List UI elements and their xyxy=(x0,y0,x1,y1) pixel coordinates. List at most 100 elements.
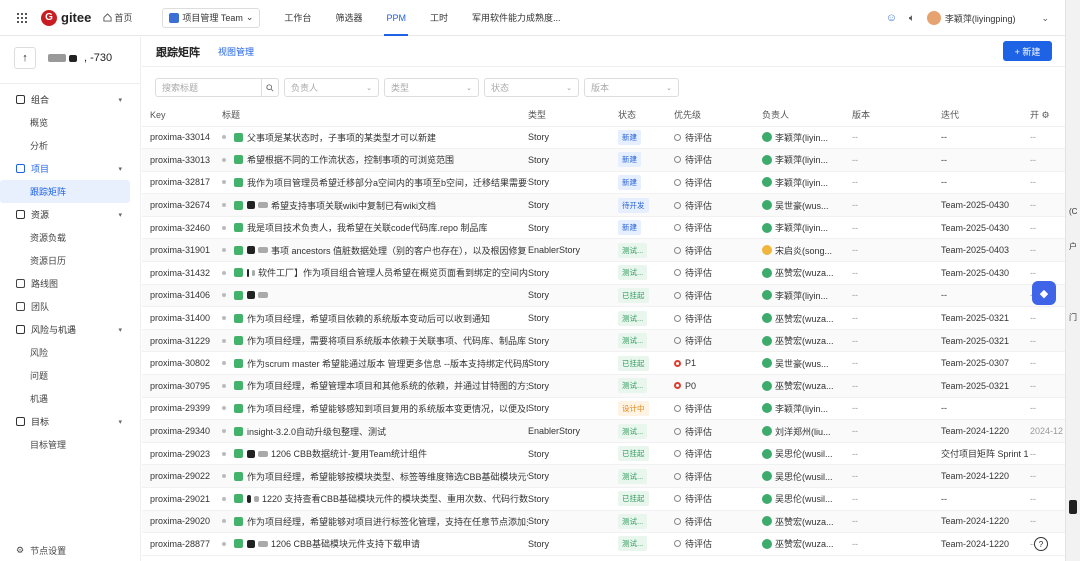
cell-status[interactable]: 新建 xyxy=(618,148,674,172)
cell-title[interactable]: 1206 CBB数据统计-复用Team统计组件 xyxy=(222,442,528,466)
cell-owner[interactable]: 李颖萍(liyin... xyxy=(762,126,852,150)
cell-title[interactable]: 1220 支持查看CBB基础模块元件的模块类型、重用次数、代码行数 xyxy=(222,487,528,511)
cell-key[interactable]: proxima-33014 xyxy=(142,126,222,150)
table-row[interactable]: proxima-29340 insight-3.2.0自动升级包整理、测试 Enab… xyxy=(142,419,1065,443)
sidebar-item-11[interactable]: 风险 xyxy=(0,341,140,364)
table-row[interactable]: proxima-32817 我作为项目管理员希望迁移部分a空间内的事项至b空间，迁… xyxy=(142,171,1065,195)
col-key[interactable]: Key xyxy=(142,104,222,127)
cell-owner[interactable]: 吴世豪(wus... xyxy=(762,351,852,376)
table-row[interactable]: proxima-32674 希望支持事项关联wiki中复制已有wiki文档 Stor… xyxy=(142,193,1065,217)
table-row[interactable]: proxima-29022 作为项目经理，希望能够按模块类型、标签等维度筛选CBB… xyxy=(142,464,1065,488)
table-row[interactable]: proxima-30795 作为项目经理，希望管理本项目和其他系统的依赖，并通过甘… xyxy=(142,374,1065,398)
cell-title[interactable]: 作为项目经理，希望能够感知到项目复用的系统版本变更情况，以便及时 xyxy=(222,397,528,421)
cell-owner[interactable]: 宋启炎(song... xyxy=(762,238,852,263)
cell-owner[interactable]: 李颖萍(liyin... xyxy=(762,216,852,240)
cell-title[interactable]: 我是项目技术负责人，我希望在关联code代码库.repo 制品库 xyxy=(222,216,528,240)
cell-priority[interactable]: 待评估 xyxy=(674,419,762,443)
sidebar-item-4[interactable]: 跟踪矩阵 xyxy=(0,180,130,203)
cell-key[interactable]: proxima-29399 xyxy=(142,397,222,421)
col-status[interactable]: 状态 xyxy=(618,104,674,127)
table-row[interactable]: proxima-31229 作为项目经理，需要将项目系统版本依赖于关联事项、代码库… xyxy=(142,329,1065,353)
home-link[interactable]: 首页 xyxy=(103,11,132,24)
cell-status[interactable]: 测试... xyxy=(618,419,674,443)
cell-priority[interactable]: P1 xyxy=(674,351,762,376)
table-row[interactable]: proxima-29023 1206 CBB数据统计-复用Team统计组件 Stor… xyxy=(142,442,1065,466)
table-row[interactable]: proxima-31400 作为项目经理，希望项目依赖的系统版本变动后可以收到通知… xyxy=(142,306,1065,330)
col-owner[interactable]: 负责人 xyxy=(762,104,852,127)
cell-owner[interactable]: 李颖萍(liyin... xyxy=(762,397,852,421)
cell-key[interactable]: proxima-31400 xyxy=(142,306,222,330)
table-row[interactable]: proxima-30802 作为scrum master 希望能通过版本 管理更多… xyxy=(142,351,1065,376)
cell-status[interactable]: 已挂起 xyxy=(618,487,674,511)
table-row[interactable]: proxima-33014 父事项是某状态时，子事项的某类型才可以新建 Story 新… xyxy=(142,126,1065,150)
cell-owner[interactable]: 巫赞宏(wuza... xyxy=(762,510,852,534)
cell-owner[interactable]: 吴思伦(wusil... xyxy=(762,487,852,511)
cell-priority[interactable]: 待评估 xyxy=(674,464,762,488)
search-input[interactable]: 搜索标题 xyxy=(155,78,279,97)
cell-owner[interactable]: 吴世豪(wus... xyxy=(762,193,852,217)
table-row[interactable]: proxima-31406 Story 已挂起 待评估 李颖萍(liyin... -- --… xyxy=(142,284,1065,308)
cell-status[interactable]: 已挂起 xyxy=(618,351,674,376)
cell-key[interactable]: proxima-33013 xyxy=(142,148,222,172)
cell-priority[interactable]: 待评估 xyxy=(674,238,762,263)
sidebar-item-8[interactable]: 路线图 xyxy=(0,272,140,295)
cell-title[interactable]: 希望支持事项关联wiki中复制已有wiki文档 xyxy=(222,193,528,217)
cell-status[interactable]: 新建 xyxy=(618,126,674,150)
sidebar-item-7[interactable]: 资源日历 xyxy=(0,249,140,272)
cell-priority[interactable]: 待评估 xyxy=(674,510,762,534)
cell-status[interactable]: 新建 xyxy=(618,216,674,240)
cell-key[interactable]: proxima-31406 xyxy=(142,284,222,308)
sidebar-item-1[interactable]: 概览 xyxy=(0,111,140,134)
cell-priority[interactable]: 待评估 xyxy=(674,216,762,240)
cell-key[interactable]: proxima-31432 xyxy=(142,261,222,285)
cell-status[interactable]: 测试... xyxy=(618,510,674,534)
cell-key[interactable]: proxima-31229 xyxy=(142,329,222,353)
nav-tab-cmm[interactable]: 军用软件能力成熟度... xyxy=(460,0,573,36)
cell-title[interactable]: 作为scrum master 希望能通过版本 管理更多信息 --版本支持绑定代码… xyxy=(222,351,528,376)
cell-priority[interactable]: 待评估 xyxy=(674,397,762,421)
table-row[interactable]: proxima-32460 我是项目技术负责人，我希望在关联code代码库.rep… xyxy=(142,216,1065,240)
new-button[interactable]: + 新建 xyxy=(1003,41,1052,61)
sidebar-item-3[interactable]: 项目 ▾ xyxy=(0,157,140,180)
cell-priority[interactable]: 待评估 xyxy=(674,442,762,466)
cell-title[interactable]: 作为项目经理，希望能够按模块类型、标签等维度筛选CBB基础模块元件， xyxy=(222,464,528,488)
col-priority[interactable]: 优先级 xyxy=(674,104,762,127)
cell-status[interactable]: 测试... xyxy=(618,261,674,285)
col-iteration[interactable]: 迭代 xyxy=(941,104,1030,127)
cell-key[interactable]: proxima-29023 xyxy=(142,442,222,466)
cell-title[interactable]: 作为项目经理，希望能够对项目进行标签化管理，支持在任意节点添加多个 xyxy=(222,510,528,534)
cell-priority[interactable]: 待评估 xyxy=(674,126,762,150)
search-icon[interactable] xyxy=(261,79,278,96)
user-menu[interactable]: 李颖萍(liyingping) xyxy=(926,11,1015,25)
col-version[interactable]: 版本 xyxy=(852,104,941,127)
table-row[interactable]: proxima-28877 1206 CBB基础模块元件支持下载申请 Story 测试… xyxy=(142,532,1065,556)
cell-key[interactable]: proxima-29022 xyxy=(142,464,222,488)
speaker-icon[interactable]: 🔈︎ xyxy=(909,13,915,24)
type-filter[interactable]: 类型 ⌄ xyxy=(384,78,479,97)
cell-status[interactable]: 测试... xyxy=(618,306,674,330)
table-row[interactable]: proxima-29021 1220 支持查看CBB基础模块元件的模块类型、重用次… xyxy=(142,487,1065,511)
cell-key[interactable]: proxima-29020 xyxy=(142,510,222,534)
nav-tab-filter[interactable]: 筛选器 xyxy=(323,0,374,36)
cell-owner[interactable]: 巫赞宏(wuza... xyxy=(762,306,852,330)
table-row[interactable]: proxima-29020 作为项目经理，希望能够对项目进行标签化管理，支持在任意… xyxy=(142,510,1065,534)
table-row[interactable]: proxima-31432 软件工厂】作为项目组合管理人员希望在概览页面看到绑定的… xyxy=(142,261,1065,285)
cell-priority[interactable]: 待评估 xyxy=(674,148,762,172)
cell-owner[interactable]: 巫赞宏(wuza... xyxy=(762,329,852,353)
cell-status[interactable]: 测试... xyxy=(618,374,674,398)
cell-title[interactable]: insight-3.2.0自动升级包整理、测试 xyxy=(222,419,528,443)
cell-status[interactable]: 设计中 xyxy=(618,397,674,421)
sidebar-item-5[interactable]: 资源 ▾ xyxy=(0,203,140,226)
cell-status[interactable]: 测试... xyxy=(618,329,674,353)
cell-owner[interactable]: 刘洋郑州(liu... xyxy=(762,419,852,443)
node-settings[interactable]: ⚙ 节点设置 xyxy=(16,544,66,557)
table-row[interactable]: proxima-33013 希望根据不同的工作流状态，控制事项的可浏览范围 Stor… xyxy=(142,148,1065,172)
cell-owner[interactable]: 李颖萍(liyin... xyxy=(762,148,852,172)
sidebar-item-0[interactable]: 组合 ▾ xyxy=(0,88,140,111)
cell-title[interactable]: 我作为项目管理员希望迁移部分a空间内的事项至b空间，迁移结果需要包含 xyxy=(222,171,528,195)
sidebar-item-14[interactable]: 目标 ▾ xyxy=(0,410,140,433)
cell-key[interactable]: proxima-32460 xyxy=(142,216,222,240)
project-select[interactable]: 项目管理 Team ⌄ xyxy=(162,7,261,28)
cell-owner[interactable]: 巫赞宏(wuza... xyxy=(762,374,852,398)
sidebar-item-9[interactable]: 团队 xyxy=(0,295,140,318)
